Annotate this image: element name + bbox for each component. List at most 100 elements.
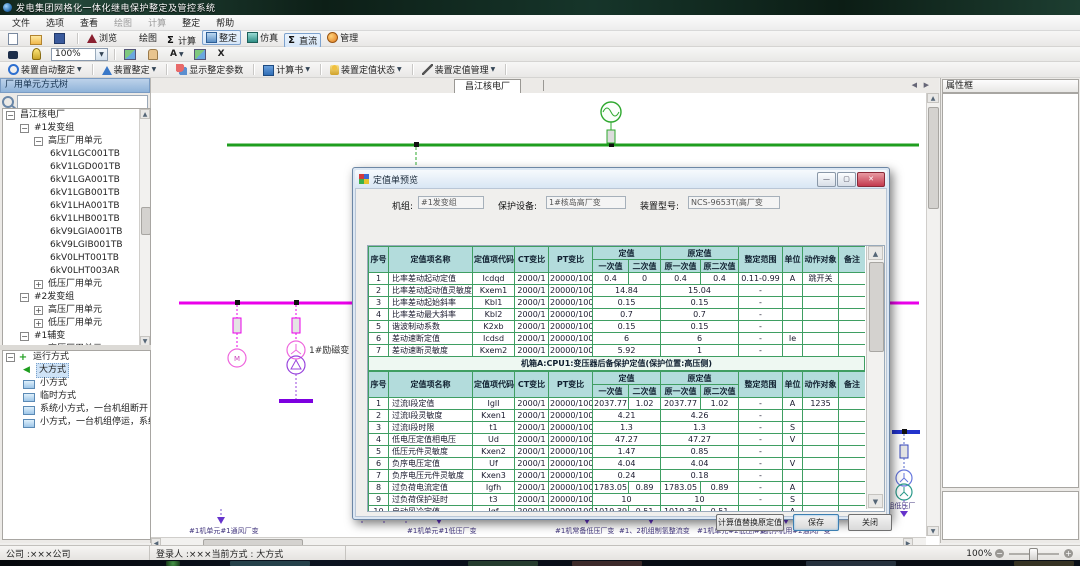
find-button[interactable]	[4, 47, 24, 62]
cell-range[interactable]: -	[739, 398, 783, 410]
cell-ct[interactable]: 2000/1	[515, 333, 549, 345]
cell-v1[interactable]: 1019.39	[593, 506, 629, 512]
collapse-icon[interactable]: −	[34, 137, 43, 146]
cell-note[interactable]	[839, 434, 866, 446]
cell-o1[interactable]: 4.04	[661, 458, 739, 470]
cell-name[interactable]: 比率差动最大斜率	[389, 309, 473, 321]
cell-range[interactable]: -	[739, 297, 783, 309]
cell-no[interactable]: 8	[369, 482, 389, 494]
unit-field[interactable]	[418, 196, 484, 209]
cell-o1[interactable]: 0.7	[661, 309, 739, 321]
toolbar-dc-button[interactable]: Σ直流	[284, 33, 321, 48]
cell-target[interactable]	[803, 309, 839, 321]
toolbar-browse-button[interactable]: 浏览	[83, 30, 121, 45]
tree-item[interactable]: 6kV1LGC001TB	[3, 148, 150, 161]
cell-note[interactable]	[839, 333, 866, 345]
cell-v2[interactable]: 0.89	[629, 482, 661, 494]
cell-o1[interactable]: 0.4	[661, 273, 701, 285]
cell-unit[interactable]: V	[783, 434, 803, 446]
cell-v1[interactable]: 0.4	[593, 273, 629, 285]
cell-name[interactable]: 差动速断定值	[389, 333, 473, 345]
cell-range[interactable]: -	[739, 285, 783, 297]
dialog-maximize-button[interactable]: ▢	[837, 172, 856, 187]
cell-code[interactable]: Ud	[473, 434, 515, 446]
zoom-slider[interactable]	[1009, 553, 1059, 555]
cell-v1[interactable]: 1.47	[593, 446, 661, 458]
cell-pt[interactable]: 20000/100	[549, 506, 593, 512]
dialog-titlebar[interactable]: 定值单预览 — ▢ ✕	[355, 170, 887, 188]
cell-code[interactable]: K2xb	[473, 321, 515, 333]
cell-ct[interactable]: 2000/1	[515, 446, 549, 458]
tab-plant[interactable]: 昌江核电厂	[454, 79, 521, 94]
cell-code[interactable]: Kxem1	[473, 285, 515, 297]
menu-setting[interactable]: 整定	[174, 15, 208, 30]
tree-root[interactable]: −昌江核电厂	[3, 109, 150, 122]
cell-unit[interactable]: V	[783, 458, 803, 470]
cell-no[interactable]: 5	[369, 321, 389, 333]
cell-name[interactable]: 过负荷保护延时	[389, 494, 473, 506]
taskbar-window-thumbnail[interactable]	[468, 561, 538, 566]
font-dropdown-icon[interactable]: ▼	[179, 51, 184, 58]
cell-no[interactable]: 2	[369, 285, 389, 297]
dropdown-arrow-icon[interactable]: ▼	[397, 66, 402, 73]
cell-no[interactable]: 7	[369, 470, 389, 482]
dialog-minimize-button[interactable]: —	[817, 172, 836, 187]
run-mode-item[interactable]: 系统小方式，一台机组断开	[3, 403, 150, 416]
cell-range[interactable]: -	[739, 321, 783, 333]
breaker-symbol[interactable]	[900, 445, 908, 458]
cell-note[interactable]	[839, 422, 866, 434]
cell-name[interactable]: 差动速断灵敏度	[389, 345, 473, 357]
tree-item[interactable]: 6kV9LGIB001TB	[3, 239, 150, 252]
cell-range[interactable]: -	[739, 458, 783, 470]
cell-ct[interactable]: 2000/1	[515, 410, 549, 422]
cell-o1[interactable]: 10	[661, 494, 739, 506]
cell-v1[interactable]: 6	[593, 333, 661, 345]
cell-v1[interactable]: 1.3	[593, 422, 661, 434]
cell-o1[interactable]: 15.04	[661, 285, 739, 297]
tree-item[interactable]: −#2发变组	[3, 291, 150, 304]
cell-v1[interactable]: 10	[593, 494, 661, 506]
cell-v1[interactable]: 0.15	[593, 297, 661, 309]
model-field[interactable]	[688, 196, 780, 209]
menu-draw[interactable]: 绘图	[106, 15, 140, 30]
cell-note[interactable]	[839, 506, 866, 512]
cell-unit[interactable]: A	[783, 482, 803, 494]
cell-ct[interactable]: 2000/1	[515, 506, 549, 512]
cell-ct[interactable]: 2000/1	[515, 321, 549, 333]
menu-options[interactable]: 选项	[38, 15, 72, 30]
cell-target[interactable]	[803, 321, 839, 333]
cell-code[interactable]: Kxen2	[473, 446, 515, 458]
cell-target[interactable]	[803, 506, 839, 512]
cell-pt[interactable]: 20000/100	[549, 345, 593, 357]
zoom-out-icon[interactable]: −	[995, 549, 1004, 558]
cell-target[interactable]	[803, 410, 839, 422]
cell-no[interactable]: 1	[369, 398, 389, 410]
cell-name[interactable]: 低压元件灵敏度	[389, 446, 473, 458]
taskbar-window-thumbnail[interactable]	[806, 561, 896, 566]
cell-pt[interactable]: 20000/100	[549, 398, 593, 410]
cell-o1[interactable]: 0.15	[661, 321, 739, 333]
cell-ct[interactable]: 2000/1	[515, 398, 549, 410]
cell-v1[interactable]: 47.27	[593, 434, 661, 446]
cell-note[interactable]	[839, 470, 866, 482]
cell-ct[interactable]: 2000/1	[515, 345, 549, 357]
cell-target[interactable]	[803, 434, 839, 446]
cell-pt[interactable]: 20000/100	[549, 273, 593, 285]
cell-unit[interactable]	[783, 410, 803, 422]
table-scrollbar[interactable]: ▲ ▼	[866, 246, 884, 509]
cell-name[interactable]: 过负荷电流定值	[389, 482, 473, 494]
cell-name[interactable]: 谐波制动系数	[389, 321, 473, 333]
tree-item[interactable]: −#1发变组	[3, 122, 150, 135]
cell-target[interactable]: 跳开关	[803, 273, 839, 285]
setting-row[interactable]: 5低压元件灵敏度Kxen22000/120000/1001.470.85-	[369, 446, 866, 458]
cell-o2[interactable]: 0.4	[701, 273, 739, 285]
cell-target[interactable]	[803, 494, 839, 506]
cell-pt[interactable]: 20000/100	[549, 434, 593, 446]
expand-icon[interactable]: +	[34, 319, 43, 328]
cell-name[interactable]: 低电压定值相电压	[389, 434, 473, 446]
cell-target[interactable]	[803, 422, 839, 434]
cell-unit[interactable]	[783, 297, 803, 309]
cell-no[interactable]: 4	[369, 309, 389, 321]
setting-row[interactable]: 6差动速断定值Icdsd2000/120000/10066-Ie	[369, 333, 866, 345]
cell-o1[interactable]: 0.85	[661, 446, 739, 458]
